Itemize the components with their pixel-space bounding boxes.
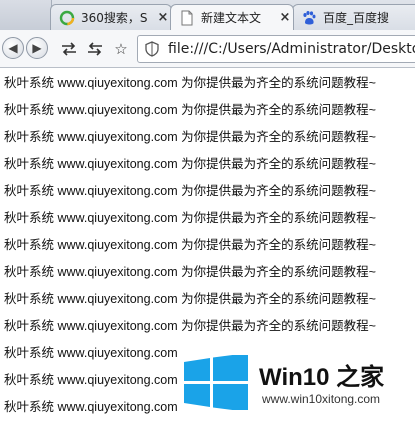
address-bar[interactable]: file:///C:/Users/Administrator/Desktop	[137, 35, 415, 63]
bookmark-star-button[interactable]: ☆	[110, 38, 132, 60]
close-icon[interactable]: ×	[277, 10, 293, 25]
text-line: 秋叶系统 www.qiuyexitong.com 为你提供最为齐全的系统问题教程…	[4, 238, 376, 252]
tab-baidu[interactable]: 百度_百度搜	[292, 4, 415, 30]
address-url[interactable]: file:///C:/Users/Administrator/Desktop	[168, 41, 415, 57]
stop-button[interactable]	[84, 38, 106, 60]
tab-label: 新建文本文	[201, 11, 262, 25]
watermark-brand: Win10 之家	[259, 364, 385, 391]
star-icon: ☆	[114, 40, 128, 58]
text-line: 秋叶系统 www.qiuyexitong.com 为你提供最为齐全的系统问题教程…	[4, 184, 376, 198]
tab-label: 百度_百度搜	[323, 11, 390, 25]
forward-arrow-icon: ▶	[32, 41, 42, 55]
reload-button[interactable]	[58, 38, 80, 60]
switch-arrows-icon	[62, 42, 76, 56]
tab-360-search[interactable]: 360搜索，S ×	[50, 4, 172, 30]
baidu-paw-icon	[303, 10, 316, 24]
text-line: 秋叶系统 www.qiuyexitong.com 为你提供最为齐全的系统问题教程…	[4, 319, 376, 333]
360-search-icon	[59, 10, 75, 25]
browser-toolbar: ◀ ▶ ☆ file:///C:/Users/Administrator/Des…	[0, 30, 415, 68]
tab-strip: 360搜索，S × 新建文本文 × 百度_百度搜	[0, 0, 415, 30]
back-button[interactable]: ◀	[2, 37, 24, 59]
text-line: 秋叶系统 www.qiuyexitong.com 为你提供最为齐全的系统问题教程…	[4, 103, 376, 117]
text-line: 秋叶系统 www.qiuyexitong.com 为你提供最为齐全的系统问题教程…	[4, 76, 376, 90]
shield-icon	[145, 41, 159, 57]
text-line: 秋叶系统 www.qiuyexitong.com 为你提供最为齐全的系统问题教程…	[4, 130, 376, 144]
text-line: 秋叶系统 www.qiuyexitong.com 为你提供最为齐全的系统问题教程…	[4, 211, 376, 225]
document-icon	[181, 10, 193, 25]
back-arrow-icon: ◀	[8, 41, 18, 55]
tab-new-text-document[interactable]: 新建文本文 ×	[170, 4, 294, 30]
close-icon[interactable]: ×	[155, 10, 171, 25]
user-profile-button[interactable]	[0, 0, 52, 30]
windows-logo-icon	[184, 353, 248, 412]
swap-arrows-icon	[88, 42, 102, 56]
text-line: 秋叶系统 www.qiuyexitong.com 为你提供最为齐全的系统问题教程…	[4, 292, 376, 306]
text-line: 秋叶系统 www.qiuyexitong.com 为你提供最为齐全的系统问题教程…	[4, 265, 376, 279]
watermark-url: www.win10xitong.com	[262, 392, 381, 406]
tab-label: 360搜索，S	[81, 11, 148, 25]
win10-watermark: Win10 之家 www.win10xitong.com	[184, 353, 415, 412]
forward-button[interactable]: ▶	[26, 37, 48, 59]
text-line: 秋叶系统 www.qiuyexitong.com 为你提供最为齐全的系统问题教程…	[4, 157, 376, 171]
